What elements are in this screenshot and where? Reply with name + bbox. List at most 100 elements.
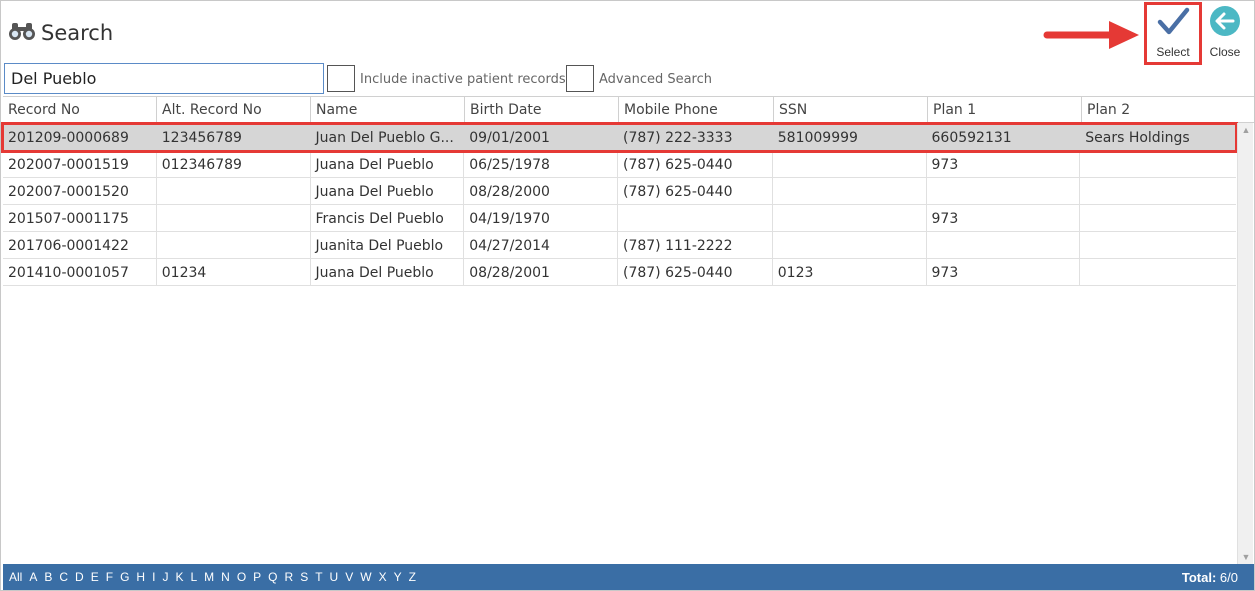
letter-filter[interactable]: J (159, 570, 172, 584)
letter-filter[interactable]: Z (406, 570, 420, 584)
cell-mobile-phone (618, 205, 773, 231)
cell-plan-1: 973 (927, 205, 1081, 231)
letter-filter[interactable]: I (149, 570, 159, 584)
letter-filter[interactable]: T (312, 570, 326, 584)
table-row[interactable]: 201507-0001175 Francis Del Pueblo 04/19/… (3, 205, 1236, 232)
include-inactive-box[interactable] (327, 65, 355, 92)
letter-filter[interactable]: X (376, 570, 391, 584)
column-header[interactable]: Alt. Record No (157, 97, 311, 122)
cell-record-no: 201706-0001422 (3, 232, 157, 258)
cell-name: Juana Del Pueblo (311, 178, 465, 204)
letter-filter[interactable]: W (357, 570, 375, 584)
cell-birth-date: 04/27/2014 (464, 232, 618, 258)
letter-filter[interactable]: M (201, 570, 218, 584)
cell-name: Juana Del Pueblo (311, 259, 465, 285)
cell-mobile-phone: (787) 625-0440 (618, 178, 773, 204)
letter-filter[interactable]: Y (391, 570, 406, 584)
table-row[interactable]: 202007-0001520 Juana Del Pueblo 08/28/20… (3, 178, 1236, 205)
cell-plan-2 (1080, 232, 1236, 258)
table-row[interactable]: 201209-0000689 123456789 Juan Del Pueblo… (1, 122, 1238, 153)
cell-alt-record-no: 123456789 (161, 130, 242, 146)
letter-filter[interactable]: R (282, 570, 298, 584)
cell-mobile-phone: (787) 625-0440 (618, 151, 773, 177)
total-value: 6/0 (1219, 570, 1238, 585)
cell-record-no: 201507-0001175 (3, 205, 157, 231)
cell-record-no: 201410-0001057 (3, 259, 157, 285)
column-header[interactable]: Record No (3, 97, 157, 122)
search-input[interactable] (4, 63, 324, 94)
total-label: Total: (1181, 570, 1217, 585)
advanced-search-checkbox[interactable]: Advanced Search (566, 65, 712, 92)
cell-birth-date: 08/28/2000 (464, 178, 618, 204)
letter-filter[interactable]: L (187, 570, 201, 584)
search-window: Search Select Close Include inactive pat… (0, 0, 1255, 591)
close-label: Close (1209, 45, 1241, 59)
cell-ssn (773, 232, 927, 258)
letter-filter[interactable]: U (327, 570, 343, 584)
column-header[interactable]: Plan 2 (1082, 97, 1238, 122)
letter-filter[interactable]: F (103, 570, 117, 584)
cell-plan-1: 973 (927, 259, 1081, 285)
cell-ssn (773, 151, 927, 177)
grid-rows: 201209-0000689 123456789 Juan Del Pueblo… (1, 122, 1238, 286)
cell-birth-date: 09/01/2001 (469, 130, 550, 146)
letter-filter[interactable]: E (88, 570, 103, 584)
cell-name: Juana Del Pueblo (311, 151, 465, 177)
letter-filter[interactable]: O (234, 570, 250, 584)
column-header[interactable]: Name (311, 97, 465, 122)
results-grid: Record No Alt. Record No Name Birth Date… (1, 96, 1254, 564)
vertical-scrollbar[interactable]: ▲ ▼ (1237, 123, 1253, 564)
table-row[interactable]: 201706-0001422 Juanita Del Pueblo 04/27/… (3, 232, 1236, 259)
cell-birth-date: 08/28/2001 (464, 259, 618, 285)
letter-filter[interactable]: D (72, 570, 88, 584)
cell-record-no: 202007-0001519 (3, 151, 157, 177)
letter-filter-list: All A B C D E F G H I J K L M N O P Q R … (6, 570, 420, 584)
cell-plan-1 (927, 232, 1081, 258)
column-header[interactable]: Plan 1 (928, 97, 1082, 122)
select-button[interactable]: Select (1144, 2, 1202, 65)
cell-plan-2 (1080, 259, 1236, 285)
letter-filter[interactable]: C (56, 570, 72, 584)
close-button[interactable]: Close (1198, 5, 1252, 63)
cell-ssn: 581009999 (777, 130, 858, 146)
column-header[interactable]: Birth Date (465, 97, 619, 122)
letter-filter[interactable]: S (297, 570, 312, 584)
letter-filter[interactable]: P (250, 570, 265, 584)
letter-filter[interactable]: Q (265, 570, 281, 584)
column-header[interactable]: SSN (774, 97, 928, 122)
letter-filter[interactable]: K (172, 570, 187, 584)
table-row[interactable]: 202007-0001519 012346789 Juana Del Puebl… (3, 151, 1236, 178)
column-header[interactable]: Mobile Phone (619, 97, 774, 122)
select-label: Select (1156, 45, 1190, 59)
scroll-down-icon[interactable]: ▼ (1238, 550, 1254, 564)
grid-header: Record No Alt. Record No Name Birth Date… (3, 97, 1254, 123)
cell-ssn (773, 178, 927, 204)
cell-alt-record-no (157, 205, 311, 231)
scroll-up-icon[interactable]: ▲ (1238, 123, 1254, 137)
cell-plan-1 (927, 178, 1081, 204)
letter-filter[interactable]: A (26, 570, 41, 584)
cell-name: Francis Del Pueblo (311, 205, 465, 231)
letter-filter-all[interactable]: All (6, 570, 26, 584)
red-arrow-icon (1043, 17, 1143, 58)
cell-record-no: 202007-0001520 (3, 178, 157, 204)
letter-filter[interactable]: V (342, 570, 357, 584)
page-title: Search (41, 21, 114, 45)
letter-filter[interactable]: B (41, 570, 56, 584)
advanced-search-box[interactable] (566, 65, 594, 92)
cell-name: Juan Del Pueblo G... (315, 130, 454, 146)
checkmark-icon (1156, 7, 1190, 42)
cell-plan-2 (1080, 205, 1236, 231)
include-inactive-checkbox[interactable]: Include inactive patient records. (327, 65, 570, 92)
cell-birth-date: 06/25/1978 (464, 151, 618, 177)
cell-alt-record-no (157, 178, 311, 204)
letter-filter[interactable]: H (133, 570, 149, 584)
include-inactive-label: Include inactive patient records. (360, 72, 570, 87)
cell-ssn: 0123 (773, 259, 927, 285)
cell-alt-record-no: 01234 (157, 259, 311, 285)
total-count: Total: 6/0 (1182, 570, 1238, 585)
cell-plan-2 (1080, 151, 1236, 177)
letter-filter[interactable]: N (218, 570, 234, 584)
letter-filter[interactable]: G (117, 570, 133, 584)
table-row[interactable]: 201410-0001057 01234 Juana Del Pueblo 08… (3, 259, 1236, 286)
